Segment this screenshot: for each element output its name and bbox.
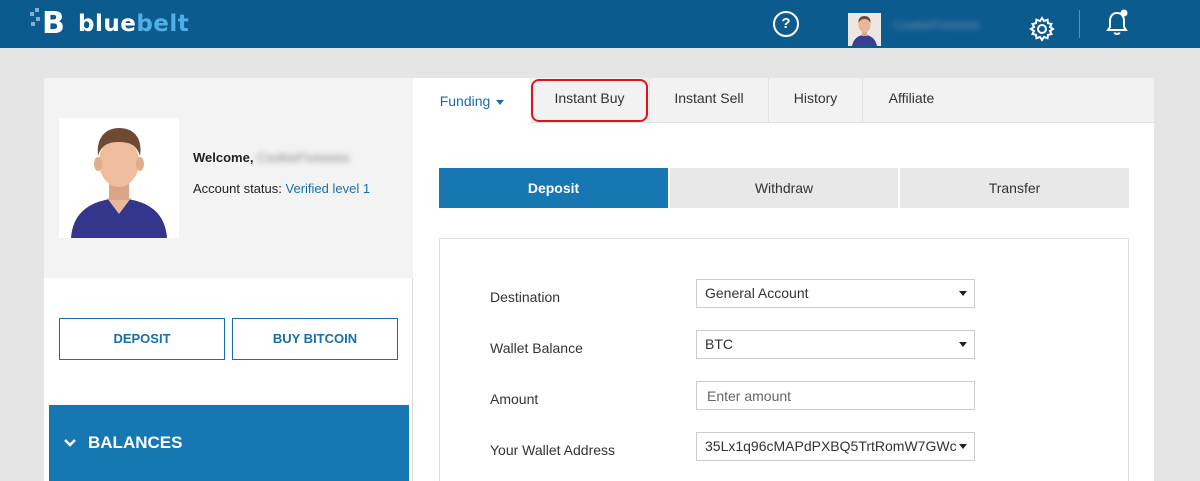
funding-tabs: Funding Instant Buy Instant Sell History… [414,78,1154,123]
balances-panel[interactable]: BALANCES [49,405,409,481]
buy-bitcoin-button[interactable]: BUY BITCOIN [232,318,398,360]
bluebelt-logo[interactable]: B bluebelt [30,6,189,42]
welcome-label: Welcome, [193,150,254,165]
user-avatar-icon [848,13,881,46]
profile-avatar [59,118,179,238]
subtab-transfer[interactable]: Transfer [900,168,1129,208]
topbar-divider [1079,10,1080,38]
logo-mark: B [30,6,74,42]
account-status-label: Account status: [193,181,282,196]
notification-bell-icon [1106,9,1128,35]
dropdown-arrow-icon [959,342,967,347]
logo-letter: B [42,6,65,41]
transaction-subtabs: Deposit Withdraw Transfer [439,168,1129,208]
chevron-down-icon [64,439,76,447]
deposit-button[interactable]: DEPOSIT [59,318,225,360]
bell-icon[interactable] [1104,9,1130,37]
dropdown-arrow-icon [959,444,967,449]
wallet-address-select[interactable]: 35Lx1q96cMAPdPXBQ5TrtRomW7GWc [696,432,975,461]
top-username[interactable]: CookieFiveeees [894,18,1012,32]
subtab-withdraw[interactable]: Withdraw [670,168,898,208]
logo-wordmark: bluebelt [78,11,189,37]
balances-label: BALANCES [88,433,183,452]
user-avatar[interactable] [848,13,881,46]
logo-text-blue: blue [78,11,137,37]
welcome-username: CookieFiveeees [256,150,350,165]
wallet-address-value: 35Lx1q96cMAPdPXBQ5TrtRomW7GWc [705,438,957,454]
tab-funding[interactable]: Funding [414,78,530,123]
deposit-form: Destination General Account Wallet Balan… [439,238,1129,481]
logo-text-belt: belt [136,11,190,37]
left-sidebar: Welcome, CookieFiveeees Account status: V… [44,78,413,481]
help-icon[interactable]: ? [773,11,799,37]
tab-instant-sell[interactable]: Instant Sell [650,78,769,123]
caret-down-icon [496,99,505,105]
settings-gear-icon [1029,16,1055,42]
tab-history[interactable]: History [769,78,863,123]
wallet-balance-value: BTC [705,336,733,352]
content-panel: Funding Instant Buy Instant Sell History… [414,78,1154,481]
tab-affiliate[interactable]: Affiliate [863,78,960,123]
wallet-balance-label: Wallet Balance [490,340,583,356]
top-navigation-bar: B bluebelt ? CookieFiveeees [0,0,1200,48]
welcome-text: Welcome, CookieFiveeees [193,150,368,165]
destination-select[interactable]: General Account [696,279,975,308]
tab-funding-label: Funding [439,93,491,109]
main-card: Welcome, CookieFiveeees Account status: V… [44,78,1154,481]
subtab-deposit[interactable]: Deposit [439,168,668,208]
balances-header[interactable]: BALANCES [64,433,182,453]
destination-value: General Account [705,285,809,301]
amount-label: Amount [490,391,539,407]
dropdown-arrow-icon [959,291,967,296]
tab-instant-buy[interactable]: Instant Buy [530,78,650,123]
profile-avatar-image [59,118,179,238]
wallet-balance-select[interactable]: BTC [696,330,975,359]
profile-panel: Welcome, CookieFiveeees Account status: V… [44,78,413,278]
account-status: Account status: Verified level 1 [193,181,370,196]
wallet-address-label: Your Wallet Address [490,442,616,458]
amount-input[interactable] [696,381,975,410]
gear-icon[interactable] [1029,16,1055,42]
destination-label: Destination [490,289,561,305]
account-status-level-link[interactable]: Verified level 1 [286,181,371,196]
